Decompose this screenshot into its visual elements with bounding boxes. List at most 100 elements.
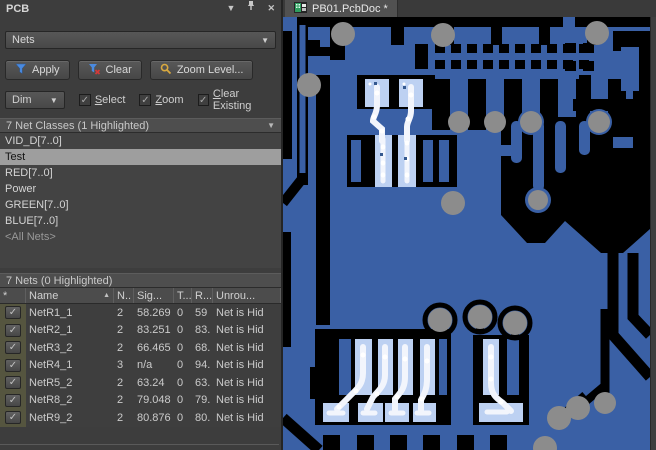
net-signal-length: 63.24: [137, 376, 165, 389]
checkbox-check-icon: ✓: [5, 376, 21, 390]
net-enabled-checkbox[interactable]: ✓: [0, 374, 26, 392]
pcb-editor-viewport[interactable]: [279, 17, 655, 450]
pcb-panel: PCB ▼ ✕ Nets ▼ Apply Clear Zoom Level...: [0, 0, 283, 450]
net-enabled-checkbox[interactable]: ✓: [0, 409, 26, 427]
magnifier-icon: [160, 63, 172, 78]
net-class-item[interactable]: BLUE[7..0]: [0, 213, 281, 229]
net-t-value: 0: [177, 394, 184, 407]
net-class-item-all-nets[interactable]: <All Nets>: [0, 229, 281, 245]
net-class-item[interactable]: GREEN[7..0]: [0, 197, 281, 213]
apply-button-label: Apply: [32, 64, 60, 76]
checkbox-check-icon: ✓: [5, 358, 21, 372]
table-row[interactable]: ✓ NetR9_2 2 80.876 0 80. Net is Hid: [0, 409, 281, 427]
net-unrouted-status: Net is Hid: [216, 324, 264, 337]
net-enabled-checkbox[interactable]: ✓: [0, 391, 26, 409]
checkbox-check-icon: ✓: [5, 306, 21, 320]
table-row[interactable]: ✓ NetR1_1 2 58.269 0 59 Net is Hid: [0, 304, 281, 322]
column-header-name[interactable]: Name ▲: [26, 288, 114, 303]
net-class-item[interactable]: VID_D[7..0]: [0, 133, 281, 149]
checkbox-check-icon: ✓: [5, 323, 21, 337]
net-name: NetR8_2: [29, 394, 73, 407]
apply-button[interactable]: Apply: [5, 60, 70, 80]
column-header-name-label: Name: [29, 289, 59, 302]
dim-dropdown-value: Dim: [12, 94, 32, 106]
net-t-value: 0: [177, 324, 184, 337]
document-tab-bar: PB01.PcbDoc *: [283, 0, 656, 17]
zoom-checkbox-label: Zoom: [155, 94, 184, 106]
table-row[interactable]: ✓ NetR5_2 2 63.24 0 63. Net is Hid: [0, 374, 281, 392]
table-row[interactable]: ✓ NetR8_2 2 79.048 0 79. Net is Hid: [0, 391, 281, 409]
net-enabled-checkbox[interactable]: ✓: [0, 356, 26, 374]
dim-dropdown[interactable]: Dim ▼: [5, 91, 65, 109]
net-enabled-checkbox[interactable]: ✓: [0, 304, 26, 322]
nets-table-body: ✓ NetR1_1 2 58.269 0 59 Net is Hid ✓ Net…: [0, 304, 281, 427]
net-classes-header-label: 7 Net Classes (1 Highlighted): [6, 119, 150, 132]
panel-mode-value: Nets: [12, 34, 35, 46]
net-classes-list: VID_D[7..0] Test RED[7..0] Power GREEN[7…: [0, 133, 281, 268]
net-t-value: 0: [177, 376, 184, 389]
panel-title: PCB: [6, 2, 30, 15]
net-unrouted-status: Net is Hid: [216, 341, 264, 354]
pcb-canvas[interactable]: [279, 17, 655, 450]
checkbox-check-icon: ✓: [5, 341, 21, 355]
net-nodes: 2: [117, 341, 124, 354]
net-unrouted-status: Net is Hid: [216, 376, 264, 389]
net-unrouted-status: Net is Hid: [216, 411, 264, 424]
net-class-item[interactable]: RED[7..0]: [0, 165, 281, 181]
chevron-down-icon: ▼: [261, 35, 269, 45]
column-header-routed[interactable]: R...: [192, 288, 213, 303]
net-signal-length: 83.251: [137, 324, 171, 337]
altium-window: PCB ▼ ✕ Nets ▼ Apply Clear Zoom Level...: [0, 0, 656, 450]
net-routed: 79.: [195, 394, 211, 407]
zoom-level-button[interactable]: Zoom Level...: [149, 60, 254, 80]
chevron-down-icon: ▼: [49, 95, 58, 105]
net-nodes: 2: [117, 411, 124, 424]
nets-table-header: * Name ▲ N.. Sig... T... R... Unrou...: [0, 288, 281, 304]
panel-close-icon[interactable]: ✕: [267, 0, 275, 17]
column-header-t[interactable]: T...: [174, 288, 192, 303]
net-nodes: 2: [117, 394, 124, 407]
filter-buttons-row: Apply Clear Zoom Level...: [5, 60, 276, 80]
column-header-unrouted[interactable]: Unrou...: [213, 288, 281, 303]
net-signal-length: 66.465: [137, 341, 171, 354]
panel-pin-icon[interactable]: [246, 0, 256, 17]
column-header-signal[interactable]: Sig...: [134, 288, 174, 303]
panel-mode-dropdown[interactable]: Nets ▼: [5, 31, 276, 49]
net-enabled-checkbox[interactable]: ✓: [0, 321, 26, 339]
net-name: NetR2_1: [29, 324, 73, 337]
net-name: NetR3_2: [29, 341, 73, 354]
net-nodes: 2: [117, 376, 124, 389]
nets-header[interactable]: 7 Nets (0 Highlighted): [0, 273, 281, 288]
checkbox-check-icon: ✓: [139, 94, 152, 106]
select-checkbox-label: Select: [94, 94, 126, 106]
net-classes-header[interactable]: 7 Net Classes (1 Highlighted) ▼: [0, 118, 281, 133]
zoom-checkbox[interactable]: ✓ Zoom: [139, 94, 184, 106]
net-class-item-selected[interactable]: Test: [0, 149, 281, 165]
net-enabled-checkbox[interactable]: ✓: [0, 339, 26, 357]
net-routed: 68.: [195, 341, 211, 354]
table-row[interactable]: ✓ NetR4_1 3 n/a 0 94. Net is Hid: [0, 356, 281, 374]
column-header-nodes[interactable]: N..: [114, 288, 134, 303]
net-unrouted-status: Net is Hid: [216, 306, 264, 319]
select-checkbox[interactable]: ✓ Select: [78, 94, 126, 106]
filter-icon: [15, 63, 27, 78]
net-routed: 80.: [195, 411, 211, 424]
net-routed: 63.: [195, 376, 211, 389]
clear-button[interactable]: Clear: [77, 60, 142, 80]
net-signal-length: 79.048: [137, 394, 171, 407]
highlighted-net-group-lower-right: [473, 335, 529, 425]
column-header-star[interactable]: *: [0, 288, 26, 303]
nets-header-label: 7 Nets (0 Highlighted): [6, 274, 113, 287]
zoom-level-button-label: Zoom Level...: [176, 64, 244, 76]
tab-pb01-pcbdoc[interactable]: PB01.PcbDoc *: [285, 0, 398, 17]
tab-label: PB01.PcbDoc *: [312, 2, 388, 15]
clear-existing-checkbox[interactable]: ✓ Clear Existing: [197, 88, 276, 112]
net-routed: 94.: [195, 359, 211, 372]
table-row[interactable]: ✓ NetR2_1 2 83.251 0 83. Net is Hid: [0, 321, 281, 339]
panel-titlebar: PCB ▼ ✕: [0, 0, 281, 17]
dim-options-row: Dim ▼ ✓ Select ✓ Zoom ✓ Clear Existing: [5, 88, 276, 112]
net-class-item[interactable]: Power: [0, 181, 281, 197]
table-row[interactable]: ✓ NetR3_2 2 66.465 0 68. Net is Hid: [0, 339, 281, 357]
net-nodes: 2: [117, 324, 124, 337]
panel-menu-dropdown-icon[interactable]: ▼: [227, 0, 236, 17]
